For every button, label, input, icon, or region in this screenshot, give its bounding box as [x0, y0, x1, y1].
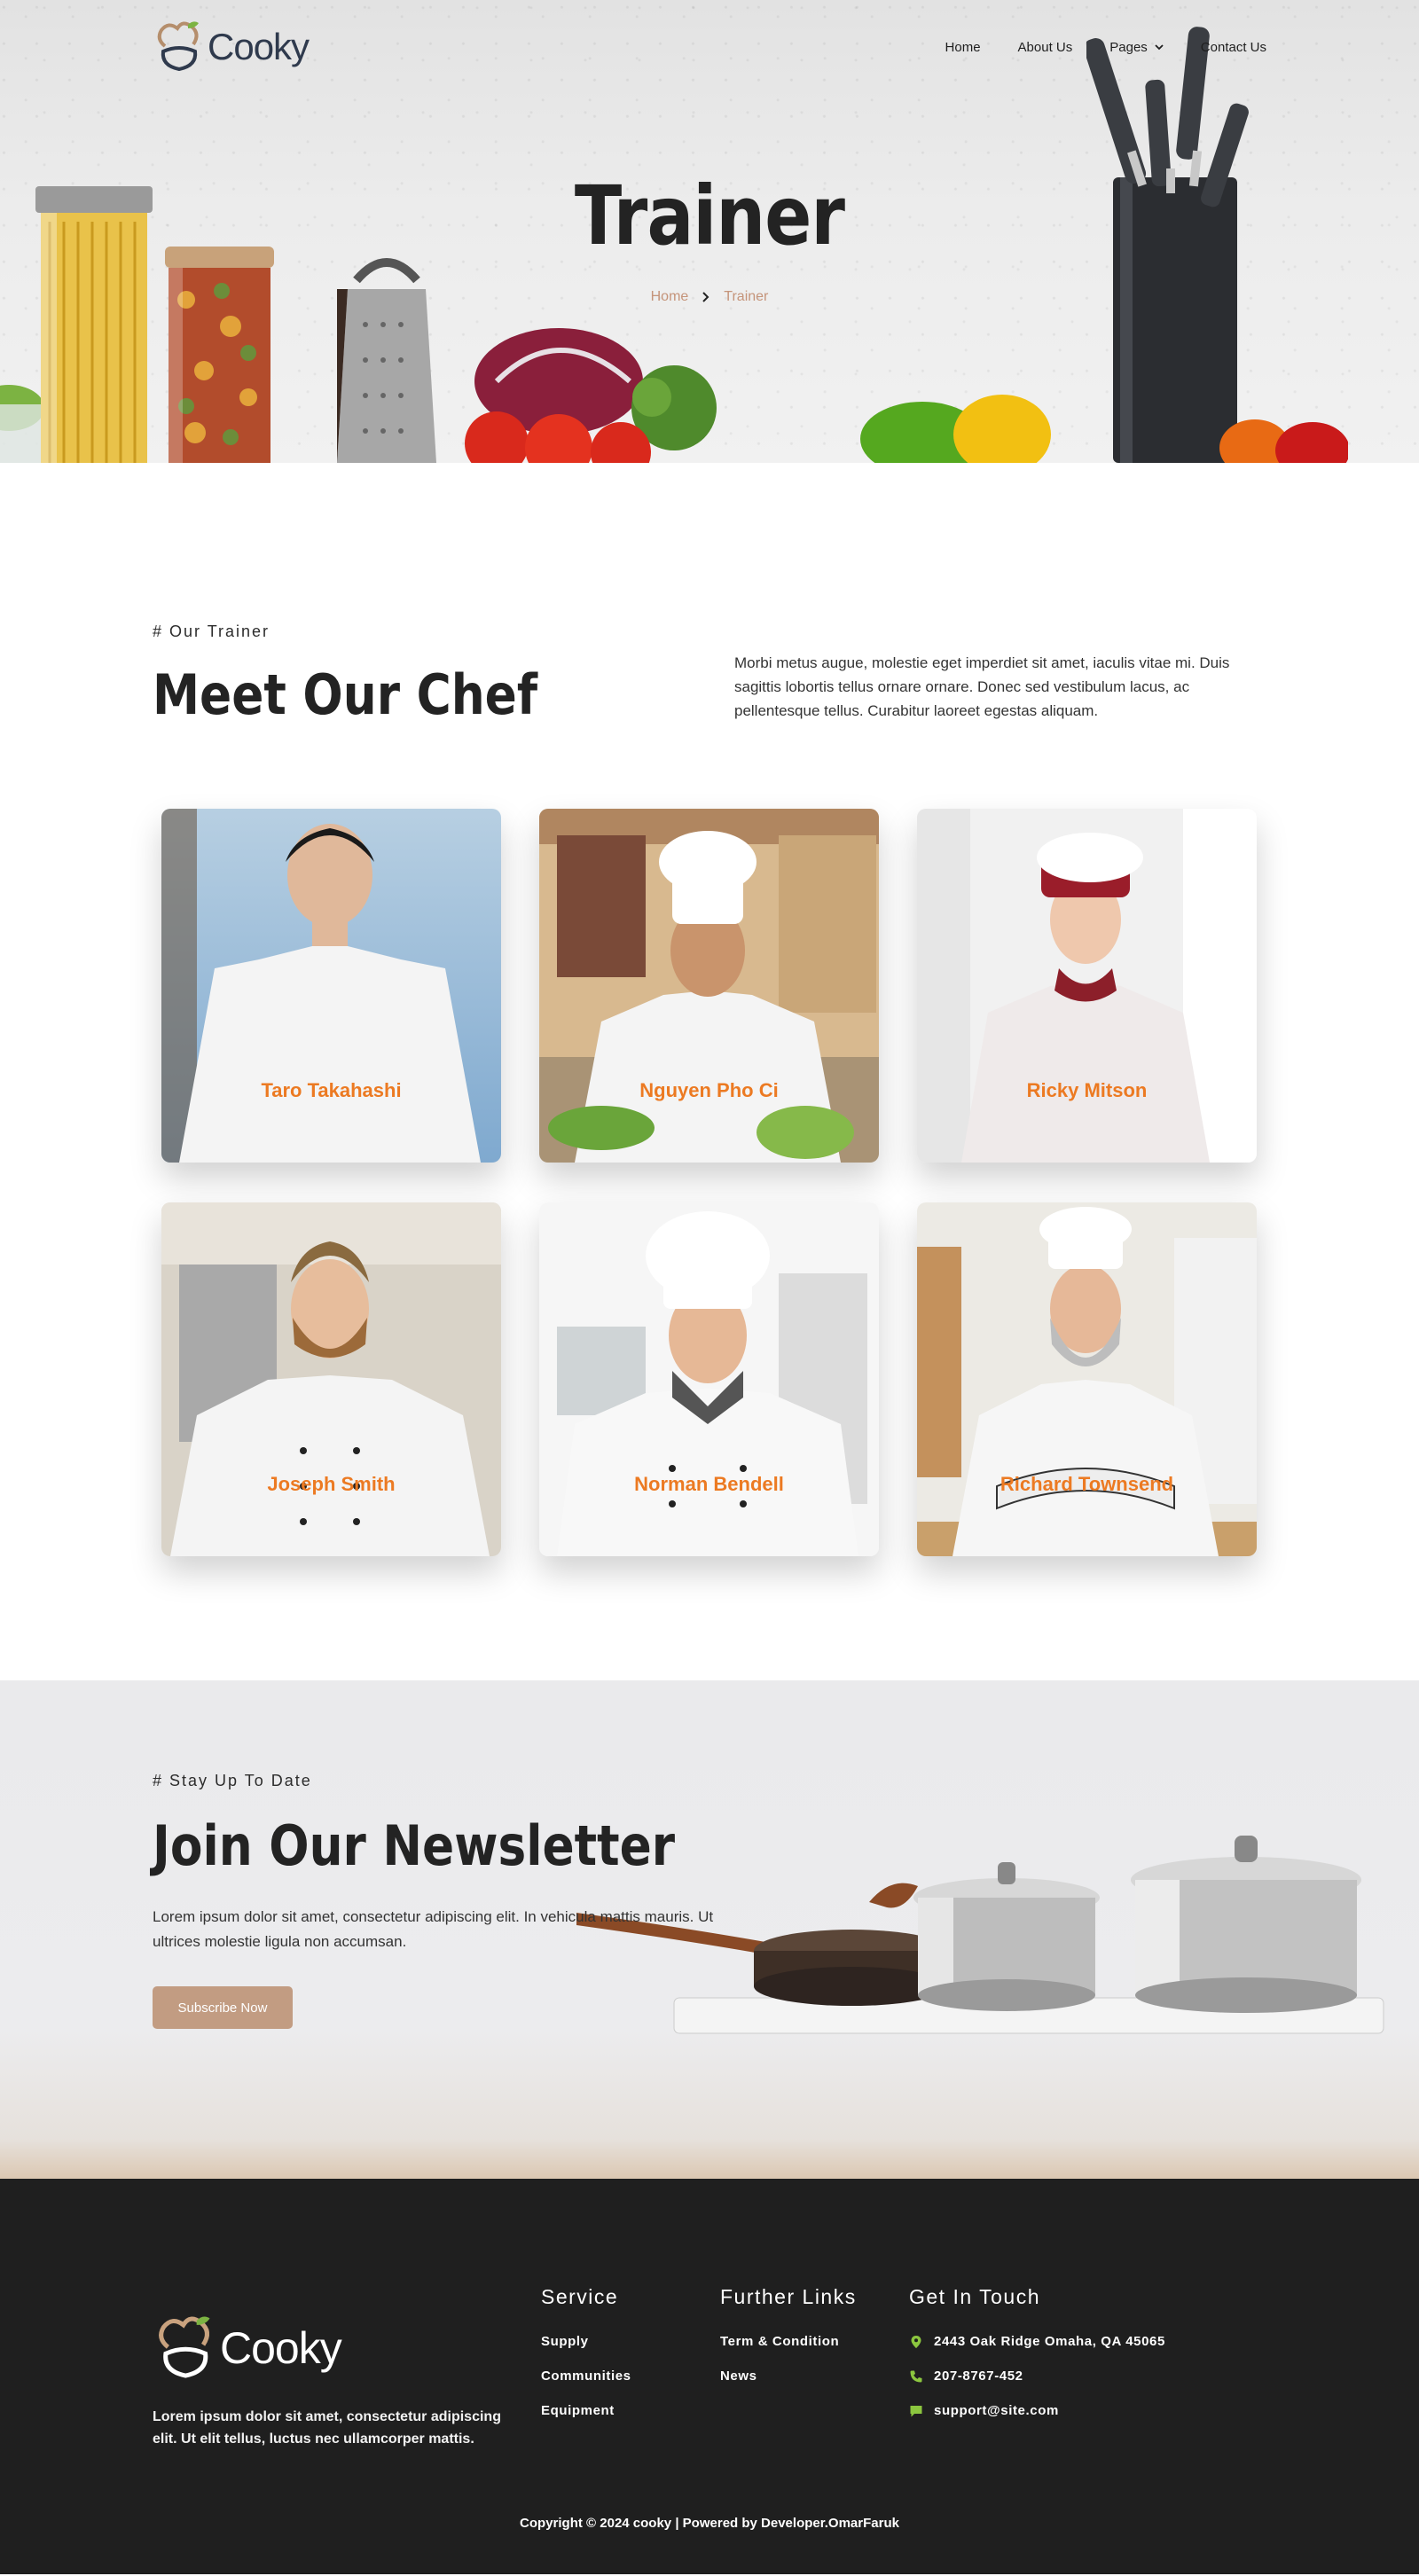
- chef-name: Nguyen Pho Ci: [639, 1079, 779, 1101]
- contact-email[interactable]: support@site.com: [909, 2403, 1165, 2418]
- section-eyebrow: # Our Trainer: [153, 622, 270, 640]
- chat-icon: [910, 2405, 922, 2416]
- chef-card[interactable]: Taro Takahashi: [161, 809, 501, 1163]
- section-description: Morbi metus augue, molestie eget imperdi…: [734, 654, 1230, 719]
- trainers-section: # Our Trainer Meet Our Chef Morbi metus …: [0, 463, 1419, 1680]
- footer-service-title: Service: [541, 2285, 619, 2308]
- footer-logo[interactable]: Cooky: [153, 2314, 507, 2383]
- footer-about-text: Lorem ipsum dolor sit amet, consectetur …: [153, 2409, 501, 2447]
- breadcrumb: Home Trainer: [0, 289, 1419, 305]
- chef-hat-logo-icon: [159, 2316, 210, 2378]
- chevron-down-icon: [1155, 44, 1164, 51]
- subscribe-button[interactable]: Subscribe Now: [153, 1986, 293, 2029]
- footer-contact-column: Get In Touch 2443 Oak Ridge Omaha, QA 45…: [909, 2285, 1165, 2438]
- chevron-right-icon: [702, 292, 710, 302]
- footer-link-terms[interactable]: Term & Condition: [720, 2334, 857, 2349]
- contact-phone[interactable]: 207-8767-452: [909, 2369, 1165, 2384]
- chef-card[interactable]: Nguyen Pho Ci: [539, 809, 879, 1163]
- nav-home[interactable]: Home: [945, 40, 981, 55]
- breadcrumb-current: Trainer: [724, 289, 769, 304]
- brand-name: Cooky: [208, 26, 310, 67]
- copyright-text: Copyright © 2024 cooky | Powered by Deve…: [520, 2516, 899, 2531]
- chef-name: Ricky Mitson: [1026, 1079, 1148, 1101]
- map-pin-icon: [911, 2335, 921, 2348]
- hero-banner: Cooky Home About Us Pages Contact Us Tra…: [0, 0, 1419, 463]
- fusilli-jar-image: [165, 247, 274, 463]
- footer-service-column: Service Supply Communities Equipment: [541, 2285, 631, 2438]
- footer-link-equipment[interactable]: Equipment: [541, 2403, 631, 2418]
- contact-address: 2443 Oak Ridge Omaha, QA 45065: [909, 2334, 1165, 2349]
- chef-card[interactable]: Ricky Mitson: [917, 809, 1257, 1163]
- footer-link-news[interactable]: News: [720, 2369, 857, 2384]
- section-title: Meet Our Chef: [153, 662, 538, 727]
- chef-name: Joseph Smith: [267, 1473, 396, 1495]
- main-navbar: Cooky Home About Us Pages Contact Us: [153, 16, 1266, 78]
- footer-link-communities[interactable]: Communities: [541, 2369, 631, 2384]
- trainers-header: # Our Trainer Meet Our Chef Morbi metus …: [153, 622, 1266, 727]
- chef-photo: [539, 1202, 879, 1556]
- chef-grid: Taro Takahashi Nguyen Pho Ci Ricky Mitso…: [153, 809, 1266, 1556]
- footer-links-title: Further Links: [720, 2285, 857, 2308]
- newsletter-title: Join Our Newsletter: [153, 1813, 676, 1878]
- chef-hat-logo-icon: [157, 21, 199, 72]
- newsletter-content: # Stay Up To Date Join Our Newsletter Lo…: [153, 1772, 720, 2029]
- chef-photo: [539, 809, 879, 1163]
- breadcrumb-home[interactable]: Home: [651, 289, 689, 305]
- chef-photo: [917, 809, 1257, 1163]
- chef-card[interactable]: Norman Bendell: [539, 1202, 879, 1556]
- chef-card[interactable]: Richard Townsend: [917, 1202, 1257, 1556]
- footer-brand: Cooky Lorem ipsum dolor sit amet, consec…: [153, 2314, 507, 2450]
- site-footer: Cooky Lorem ipsum dolor sit amet, consec…: [0, 2179, 1419, 2574]
- footer-contact-title: Get In Touch: [909, 2285, 1040, 2308]
- chef-photo: [161, 1202, 501, 1556]
- newsletter-text: Lorem ipsum dolor sit amet, consectetur …: [153, 1908, 714, 1950]
- newsletter-eyebrow: # Stay Up To Date: [153, 1772, 312, 1789]
- contact-email-text: support@site.com: [934, 2403, 1059, 2418]
- nav-pages-label: Pages: [1109, 39, 1148, 55]
- nav-contact-us[interactable]: Contact Us: [1201, 40, 1266, 55]
- nav-pages[interactable]: Pages: [1109, 40, 1164, 55]
- brand-logo[interactable]: Cooky: [153, 20, 310, 74]
- contact-phone-text: 207-8767-452: [934, 2369, 1023, 2384]
- grater-image: [337, 258, 436, 463]
- chef-card[interactable]: Joseph Smith: [161, 1202, 501, 1556]
- nav-about-us[interactable]: About Us: [1018, 40, 1073, 55]
- phone-icon: [910, 2370, 922, 2382]
- chef-name: Norman Bendell: [634, 1473, 784, 1495]
- footer-brand-name: Cooky: [220, 2323, 342, 2373]
- footer-link-supply[interactable]: Supply: [541, 2334, 631, 2349]
- contact-address-text: 2443 Oak Ridge Omaha, QA 45065: [934, 2334, 1165, 2349]
- footer-links-column: Further Links Term & Condition News: [720, 2285, 857, 2403]
- chef-photo: [917, 1202, 1257, 1556]
- chef-photo: [161, 809, 501, 1163]
- vegetables-image: [465, 328, 717, 463]
- page-title: Trainer: [574, 168, 845, 263]
- chef-name: Taro Takahashi: [261, 1079, 402, 1101]
- newsletter-section: # Stay Up To Date Join Our Newsletter Lo…: [0, 1680, 1419, 2179]
- nav-menu: Home About Us Pages Contact Us: [945, 40, 1266, 55]
- peppers-image: [860, 395, 1348, 463]
- chef-name: Richard Townsend: [1000, 1473, 1174, 1495]
